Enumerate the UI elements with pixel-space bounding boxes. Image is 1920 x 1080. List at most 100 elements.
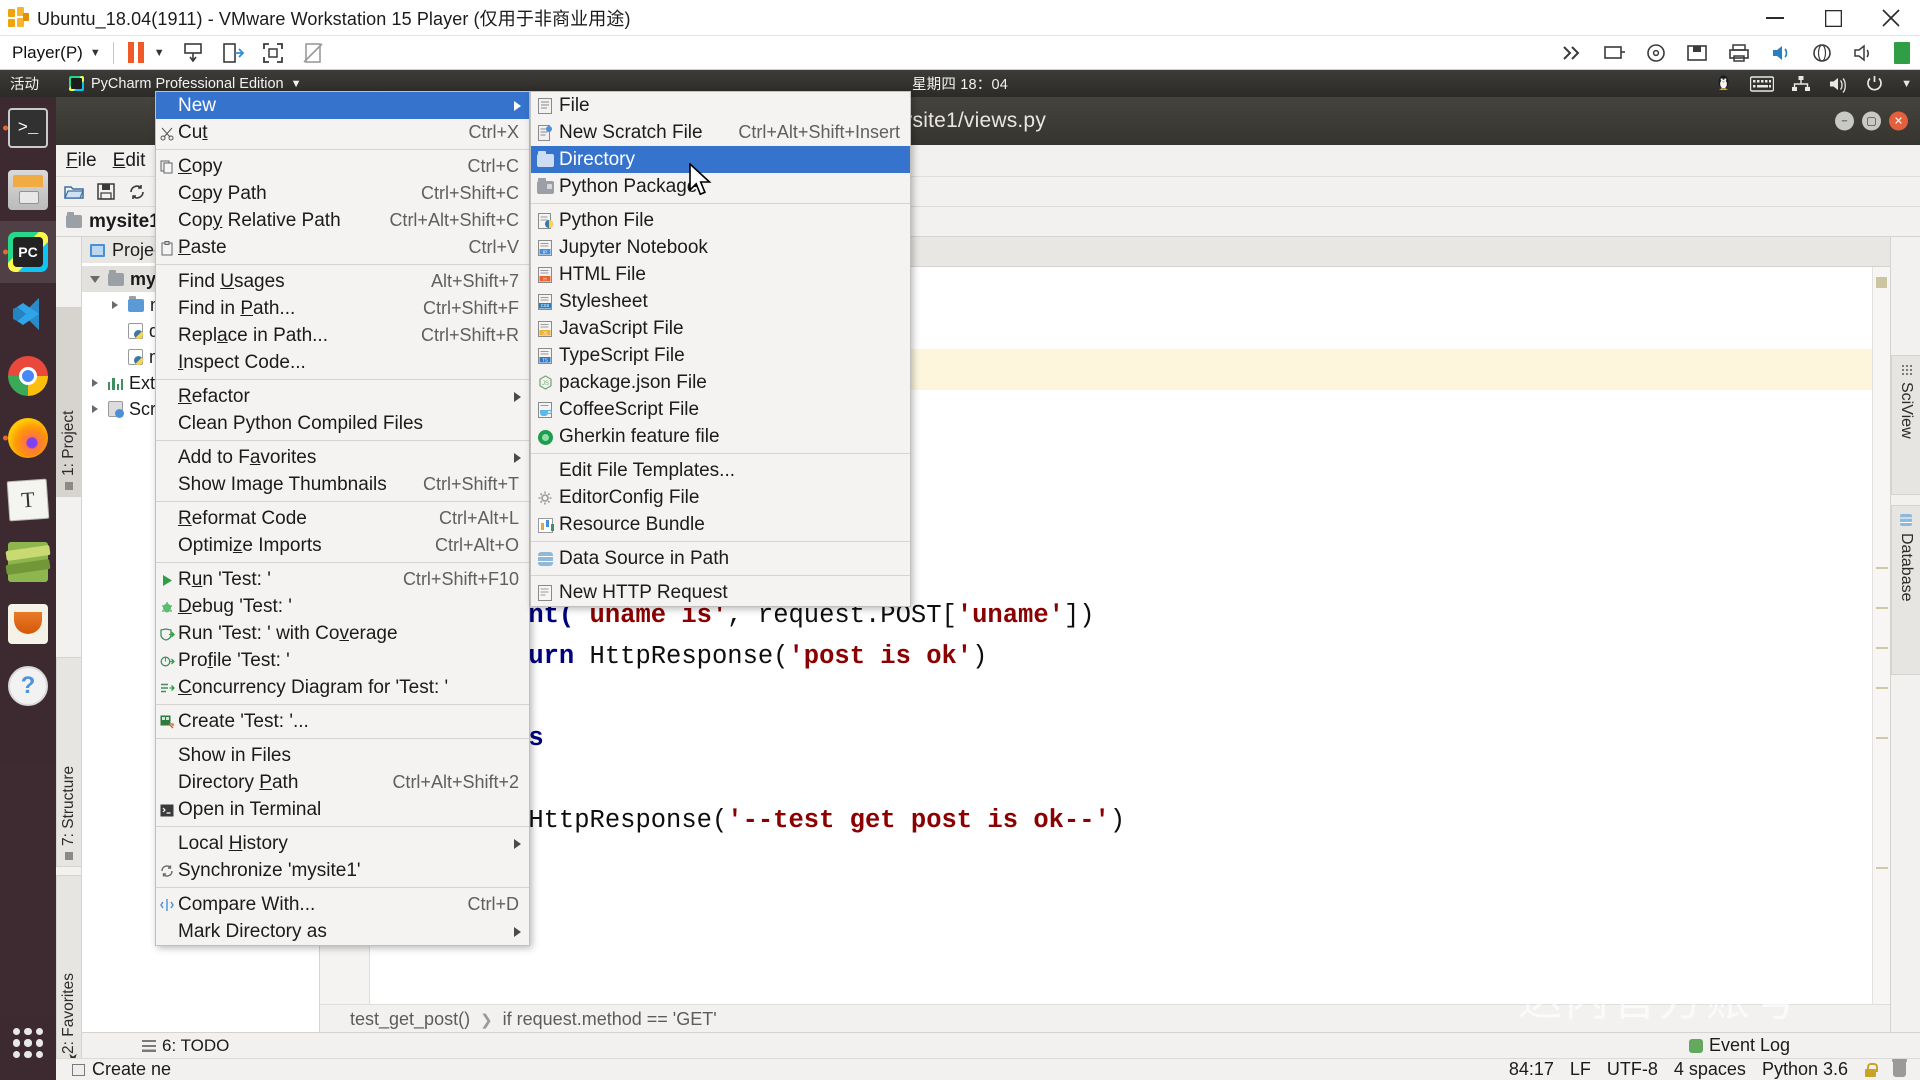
active-app-menu[interactable]: PyCharm Professional Edition ▼ — [69, 76, 302, 92]
dock-item-pycharm[interactable] — [0, 221, 56, 283]
menu-item-open-in-terminal[interactable]: Open in Terminal — [156, 796, 529, 823]
status-caret-position[interactable]: 84:17 — [1509, 1059, 1554, 1080]
menu-item-find-in-path[interactable]: Find in Path...Ctrl+Shift+F — [156, 295, 529, 322]
menu-item-cut[interactable]: CutCtrl+X — [156, 119, 529, 146]
menu-item-clean-python-compiled-files[interactable]: Clean Python Compiled Files — [156, 410, 529, 437]
menu-item-editorconfig-file[interactable]: EditorConfig File — [531, 484, 910, 511]
speaker-icon[interactable] — [1770, 43, 1792, 63]
expand-arrow-icon[interactable] — [108, 301, 122, 309]
cd-drive-icon[interactable] — [1646, 43, 1666, 63]
expand-arrow-icon[interactable] — [88, 276, 102, 283]
menu-item-optimize-imports[interactable]: Optimize ImportsCtrl+Alt+O — [156, 532, 529, 559]
menu-item-refactor[interactable]: Refactor — [156, 383, 529, 410]
menu-item-show-in-files[interactable]: Show in Files — [156, 742, 529, 769]
expand-icon[interactable] — [1562, 44, 1584, 62]
pause-dropdown-icon[interactable]: ▼ — [154, 47, 165, 59]
menu-item-directory[interactable]: Directory — [531, 146, 910, 173]
usb-icon[interactable] — [1852, 43, 1874, 63]
dock-item-terminal[interactable]: >_ — [0, 97, 56, 159]
menu-edit[interactable]: Edit — [113, 150, 146, 172]
send-ctrl-alt-del-icon[interactable] — [181, 41, 205, 65]
network-icon[interactable] — [1812, 43, 1832, 63]
menu-item-resource-bundle[interactable]: Resource Bundle — [531, 511, 910, 538]
tray-chevron-down-icon[interactable]: ▼ — [1901, 78, 1912, 90]
trash-icon[interactable] — [1893, 1062, 1906, 1077]
menu-item-copy-relative-path[interactable]: Copy Relative PathCtrl+Alt+Shift+C — [156, 207, 529, 234]
pause-vm-button[interactable] — [128, 42, 144, 63]
sync-icon[interactable] — [128, 183, 146, 201]
dock-item-firefox[interactable] — [0, 407, 56, 469]
menu-item-new-scratch-file[interactable]: New Scratch FileCtrl+Alt+Shift+Insert — [531, 119, 910, 146]
pycharm-close-button[interactable]: ✕ — [1889, 112, 1908, 131]
menu-item-new[interactable]: New — [156, 92, 529, 119]
status-interpreter[interactable]: Python 3.6 — [1762, 1059, 1848, 1080]
dock-item-show-applications[interactable] — [0, 1012, 56, 1074]
menu-item-reformat-code[interactable]: Reformat CodeCtrl+Alt+L — [156, 505, 529, 532]
dock-item-files[interactable] — [0, 159, 56, 221]
status-encoding[interactable]: UTF-8 — [1607, 1059, 1658, 1080]
menu-item-stylesheet[interactable]: CSSStylesheet — [531, 288, 910, 315]
menu-item-synchronize-mysite1[interactable]: Synchronize 'mysite1' — [156, 857, 529, 884]
dock-item-books[interactable] — [0, 531, 56, 593]
dock-item-chrome[interactable] — [0, 345, 56, 407]
power-tray-icon[interactable] — [1865, 74, 1884, 93]
activities-button[interactable]: 活动 — [10, 73, 39, 94]
status-line-separator[interactable]: LF — [1570, 1059, 1591, 1080]
menu-file[interactable]: File — [66, 150, 97, 172]
lock-icon[interactable] — [1864, 1063, 1877, 1077]
pycharm-minimize-button[interactable]: − — [1835, 112, 1854, 131]
pycharm-maximize-button[interactable]: ▢ — [1862, 112, 1881, 131]
menu-item-directory-path[interactable]: Directory PathCtrl+Alt+Shift+2 — [156, 769, 529, 796]
menu-item-mark-directory-as[interactable]: Mark Directory as — [156, 918, 529, 945]
code-line[interactable]: else: — [320, 677, 1890, 718]
keyboard-icon[interactable] — [1750, 76, 1774, 92]
menu-item-replace-in-path[interactable]: Replace in Path...Ctrl+Shift+R — [156, 322, 529, 349]
fullscreen-icon[interactable] — [261, 41, 285, 65]
manage-vm-icon[interactable] — [221, 41, 245, 65]
code-line[interactable]: return HttpResponse('post is ok') — [320, 636, 1890, 677]
menu-item-python-package[interactable]: Python Package — [531, 173, 910, 200]
breadcrumb-item-condition[interactable]: if request.method == 'GET' — [503, 1009, 717, 1030]
volume-tray-icon[interactable] — [1828, 75, 1848, 93]
menu-item-edit-file-templates[interactable]: Edit File Templates... — [531, 457, 910, 484]
menu-item-show-image-thumbnails[interactable]: Show Image ThumbnailsCtrl+Shift+T — [156, 471, 529, 498]
menu-item-paste[interactable]: PasteCtrl+V — [156, 234, 529, 261]
save-all-icon[interactable] — [97, 183, 115, 200]
vmware-restore-button[interactable] — [1804, 0, 1862, 36]
menu-item-copy-path[interactable]: Copy PathCtrl+Shift+C — [156, 180, 529, 207]
open-folder-icon[interactable] — [64, 183, 84, 200]
menu-item-new-http-request[interactable]: New HTTP Request — [531, 579, 910, 606]
removable-devices-icon[interactable] — [1604, 43, 1626, 63]
menu-item-compare-with[interactable]: Compare With...Ctrl+D — [156, 891, 529, 918]
menu-item-run-test-with-coverage[interactable]: Run 'Test: ' with Coverage — [156, 620, 529, 647]
code-line[interactable] — [320, 759, 1890, 800]
event-log-button[interactable]: Event Log — [1689, 1035, 1790, 1056]
menu-item-inspect-code[interactable]: Inspect Code... — [156, 349, 529, 376]
menu-item-find-usages[interactable]: Find UsagesAlt+Shift+7 — [156, 268, 529, 295]
menu-item-python-file[interactable]: Python File — [531, 207, 910, 234]
menu-item-concurrency-diagram-for-test[interactable]: Concurrency Diagram for 'Test: ' — [156, 674, 529, 701]
dock-item-amazon[interactable] — [0, 593, 56, 655]
unity-mode-icon[interactable] — [301, 41, 325, 65]
editor-marker-bar[interactable] — [1872, 267, 1890, 1080]
dock-item-text-editor[interactable]: T — [0, 469, 56, 531]
sidebar-item-database[interactable]: Database — [1891, 505, 1920, 675]
breadcrumb-item-function[interactable]: test_get_post() — [350, 1009, 470, 1030]
sidebar-item-sciview[interactable]: SciView — [1891, 355, 1920, 495]
menu-item-package-json-file[interactable]: JSpackage.json File — [531, 369, 910, 396]
status-indent[interactable]: 4 spaces — [1674, 1059, 1746, 1080]
vmware-tools-penguin-icon[interactable] — [1714, 74, 1733, 93]
code-line[interactable]: pass — [320, 718, 1890, 759]
new-submenu[interactable]: FileNew Scratch FileCtrl+Alt+Shift+Inser… — [530, 91, 911, 607]
menu-item-copy[interactable]: CopyCtrl+C — [156, 153, 529, 180]
floppy-icon[interactable] — [1686, 43, 1708, 63]
player-menu-button[interactable]: Player(P) ▼ — [12, 43, 101, 63]
menu-item-data-source-in-path[interactable]: Data Source in Path — [531, 545, 910, 572]
expand-arrow-icon[interactable] — [88, 379, 102, 387]
menu-item-coffeescript-file[interactable]: CoffeeScript File — [531, 396, 910, 423]
menu-item-debug-test[interactable]: Debug 'Test: ' — [156, 593, 529, 620]
printer-icon[interactable] — [1728, 43, 1750, 63]
code-line[interactable]: return HttpResponse('--test get post is … — [320, 800, 1890, 841]
menu-item-gherkin-feature-file[interactable]: Gherkin feature file — [531, 423, 910, 450]
menu-item-html-file[interactable]: HHTML File — [531, 261, 910, 288]
